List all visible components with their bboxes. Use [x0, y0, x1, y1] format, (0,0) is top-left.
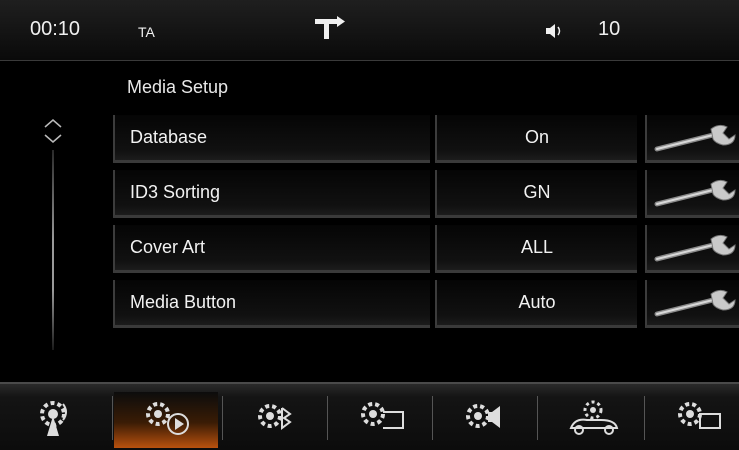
clock: 00:10 — [30, 18, 81, 40]
vehicle-settings-icon — [569, 400, 619, 435]
scroll-down-icon[interactable] — [44, 134, 62, 144]
bluetooth-settings-icon — [258, 404, 292, 430]
bottom-category-bar — [0, 382, 739, 450]
setting-row-database[interactable]: Database On — [113, 115, 739, 163]
setting-label-cell[interactable]: ID3 Sorting — [113, 170, 430, 218]
turn-right-arrow-icon — [315, 16, 345, 39]
volume-level: 10 — [598, 18, 621, 40]
setting-label: Cover Art — [130, 237, 206, 257]
display-settings-button[interactable] — [329, 392, 433, 448]
display-settings-icon — [361, 402, 404, 429]
wrench-icon — [654, 179, 736, 207]
scroll-up-icon[interactable] — [44, 118, 62, 128]
vehicle-settings-button[interactable] — [539, 392, 643, 448]
setting-label-cell[interactable]: Media Button — [113, 280, 430, 328]
setting-label-cell[interactable]: Cover Art — [113, 225, 430, 273]
setting-value: ALL — [520, 237, 554, 257]
speaker-icon — [546, 24, 561, 38]
wrench-button[interactable] — [645, 115, 739, 163]
setting-label: Media Button — [130, 292, 237, 312]
system-settings-button[interactable] — [646, 392, 739, 448]
setting-label: Database — [130, 127, 208, 147]
setting-value-cell[interactable]: GN — [435, 170, 637, 218]
divider — [432, 396, 433, 440]
audio-settings-icon — [466, 404, 500, 428]
divider — [327, 396, 328, 440]
divider — [537, 396, 538, 440]
wrench-icon — [654, 289, 736, 317]
setting-row-cover-art[interactable]: Cover Art ALL — [113, 225, 739, 273]
setting-value-cell[interactable]: On — [435, 115, 637, 163]
wrench-button[interactable] — [645, 170, 739, 218]
radio-settings-icon — [40, 401, 67, 436]
media-settings-button[interactable] — [114, 392, 218, 448]
audio-settings-button[interactable] — [434, 392, 538, 448]
page-title: Media Setup — [127, 77, 229, 97]
wrench-icon — [654, 124, 736, 152]
bluetooth-settings-button[interactable] — [224, 392, 328, 448]
status-bar: 00:10 TA 10 — [0, 0, 739, 61]
setting-label: ID3 Sorting — [130, 182, 221, 202]
setting-value-cell[interactable]: Auto — [435, 280, 637, 328]
media-settings-icon — [146, 402, 189, 435]
divider — [222, 396, 223, 440]
setting-value: Auto — [518, 292, 556, 312]
ta-indicator: TA — [138, 24, 155, 40]
setting-value: GN — [523, 182, 551, 202]
wrench-button[interactable] — [645, 225, 739, 273]
wrench-icon — [654, 234, 736, 262]
divider — [644, 396, 645, 440]
setting-value: On — [524, 127, 549, 147]
divider — [112, 396, 113, 440]
setting-row-id3-sorting[interactable]: ID3 Sorting GN — [113, 170, 739, 218]
setting-value-cell[interactable]: ALL — [435, 225, 637, 273]
wrench-button[interactable] — [645, 280, 739, 328]
scrollbar[interactable] — [30, 110, 76, 360]
setting-label-cell[interactable]: Database — [113, 115, 430, 163]
setting-row-media-button[interactable]: Media Button Auto — [113, 280, 739, 328]
system-settings-icon — [678, 402, 721, 429]
radio-settings-button[interactable] — [5, 392, 109, 448]
scroll-track[interactable] — [52, 150, 54, 350]
